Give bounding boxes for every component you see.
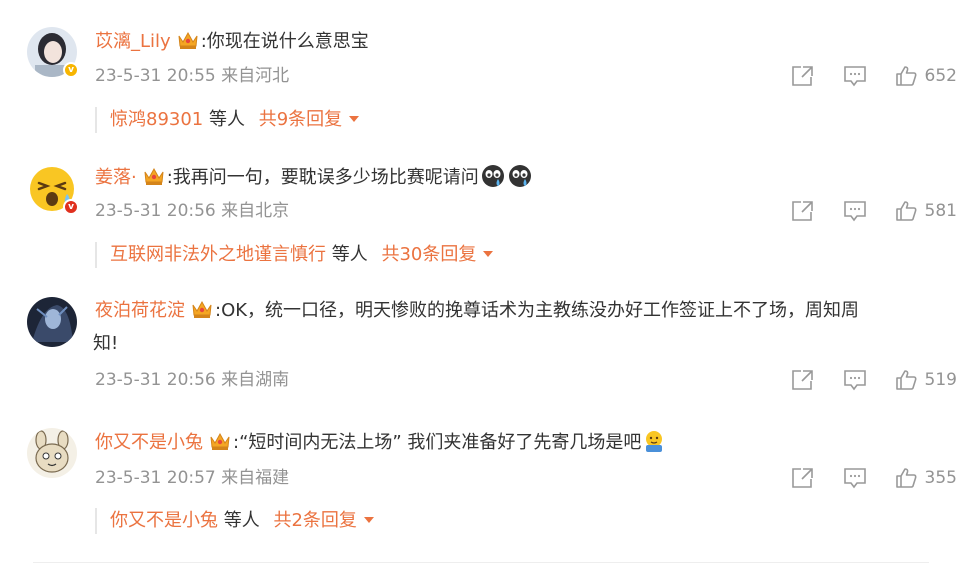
comment-body: :“短时间内无法上场” 我们夹准备好了先寄几场是吧	[233, 432, 642, 453]
comment-icon	[843, 66, 866, 87]
username-link[interactable]: 你又不是小兔	[95, 432, 203, 453]
comment-actions: 355	[763, 466, 957, 490]
comment-actions: 581	[763, 199, 957, 223]
share-button[interactable]	[791, 200, 815, 222]
crown-icon	[144, 167, 164, 185]
share-button[interactable]	[791, 65, 815, 87]
comment-text-line: 姜落· :我再问一句，要耽误多少场比赛呢请问	[95, 164, 957, 191]
like-button[interactable]: 652	[895, 65, 957, 87]
like-count: 355	[924, 468, 957, 488]
avatar[interactable]: v	[27, 27, 79, 78]
comment-text-line-2: 知!	[93, 331, 957, 357]
caret-down-icon	[483, 251, 494, 257]
reply-mid-text: 等人	[331, 244, 368, 265]
verified-badge-icon: v	[63, 62, 79, 78]
like-count: 519	[924, 370, 957, 390]
comment-meta: 23-5-31 20:57 来自福建	[95, 466, 289, 490]
comment-time: 23-5-31 20:56	[95, 201, 216, 221]
avatar-image	[27, 297, 77, 347]
comment-actions: 519	[763, 368, 957, 392]
share-icon	[791, 66, 813, 86]
username-link[interactable]: 夜泊荷花淀	[95, 300, 185, 321]
avatar-image	[27, 428, 77, 478]
thumbs-up-icon	[895, 201, 917, 221]
caret-down-icon	[349, 116, 360, 122]
comment-body: :OK，统一口径，明天惨败的挽尊话术为主教练没办好工作签证上不了场，周知周	[215, 300, 860, 321]
comment-actions: 652	[763, 64, 957, 88]
reply-user-link[interactable]: 惊鸿89301	[110, 109, 203, 130]
thumbs-up-icon	[895, 468, 917, 488]
thumbs-up-icon	[895, 370, 917, 390]
comment-meta: 23-5-31 20:55 来自河北	[95, 64, 289, 88]
comment-time: 23-5-31 20:55	[95, 66, 216, 86]
caret-down-icon	[363, 517, 374, 523]
comment-body: :你现在说什么意思宝	[200, 31, 369, 52]
comment-time: 23-5-31 20:57	[95, 468, 216, 488]
comment-text-line: 夜泊荷花淀 :OK，统一口径，明天惨败的挽尊话术为主教练没办好工作签证上不了场，周…	[95, 298, 957, 324]
comment-button[interactable]	[843, 467, 867, 489]
like-button[interactable]: 581	[895, 200, 957, 222]
share-button[interactable]	[791, 369, 815, 391]
hug-face-icon	[646, 431, 663, 452]
crying-face-icon	[508, 165, 531, 187]
thumbs-up-icon	[895, 66, 917, 86]
avatar[interactable]: v	[27, 164, 79, 215]
avatar[interactable]	[27, 297, 77, 347]
verified-badge-icon: v	[63, 199, 79, 215]
reply-summary: 惊鸿89301 等人 共9条回复	[95, 107, 360, 133]
comment-icon	[843, 468, 866, 489]
crown-icon	[178, 31, 198, 49]
comment-location: 来自河北	[221, 66, 290, 86]
comment-body: :我再问一句，要耽误多少场比赛呢请问	[166, 167, 479, 188]
avatar[interactable]	[27, 428, 77, 478]
comment-location: 来自北京	[221, 201, 290, 221]
divider	[33, 562, 929, 563]
comment-button[interactable]	[843, 65, 867, 87]
comment-text-line: 你又不是小兔 :“短时间内无法上场” 我们夹准备好了先寄几场是吧	[95, 429, 957, 456]
reply-mid-text: 等人	[209, 109, 245, 130]
view-replies-link[interactable]: 共30条回复	[381, 244, 494, 265]
share-icon	[791, 468, 813, 488]
reply-user-link[interactable]: 互联网非法外之地谨言慎行	[110, 244, 326, 265]
comment-meta: 23-5-31 20:56 来自北京	[95, 199, 289, 223]
comment-icon	[843, 370, 866, 391]
comment-button[interactable]	[843, 369, 867, 391]
username-link[interactable]: 姜落·	[95, 167, 137, 188]
comment-time: 23-5-31 20:56	[95, 370, 216, 390]
comment-meta: 23-5-31 20:56 来自湖南	[95, 368, 289, 392]
like-button[interactable]: 519	[895, 369, 957, 391]
like-count: 581	[924, 201, 957, 221]
crown-icon	[192, 300, 212, 318]
like-button[interactable]: 355	[895, 467, 957, 489]
reply-mid-text: 等人	[223, 510, 260, 531]
comment-text-line: 苡漓_Lily :你现在说什么意思宝	[95, 29, 957, 55]
reply-summary: 你又不是小兔 等人 共2条回复	[95, 508, 375, 534]
crying-face-icon	[481, 165, 504, 187]
reply-summary: 互联网非法外之地谨言慎行 等人 共30条回复	[95, 242, 494, 268]
comment-button[interactable]	[843, 200, 867, 222]
view-replies-link[interactable]: 共2条回复	[273, 510, 374, 531]
comment-icon	[843, 201, 866, 222]
crown-icon	[210, 432, 230, 450]
share-icon	[791, 201, 813, 221]
share-button[interactable]	[791, 467, 815, 489]
like-count: 652	[924, 66, 957, 86]
view-replies-link[interactable]: 共9条回复	[259, 109, 360, 130]
comment-location: 来自湖南	[221, 370, 290, 390]
comment-body-continued: 知!	[93, 333, 119, 354]
username-link[interactable]: 苡漓_Lily	[95, 31, 171, 52]
share-icon	[791, 370, 813, 390]
comment-location: 来自福建	[221, 468, 290, 488]
reply-user-link[interactable]: 你又不是小兔	[110, 510, 218, 531]
